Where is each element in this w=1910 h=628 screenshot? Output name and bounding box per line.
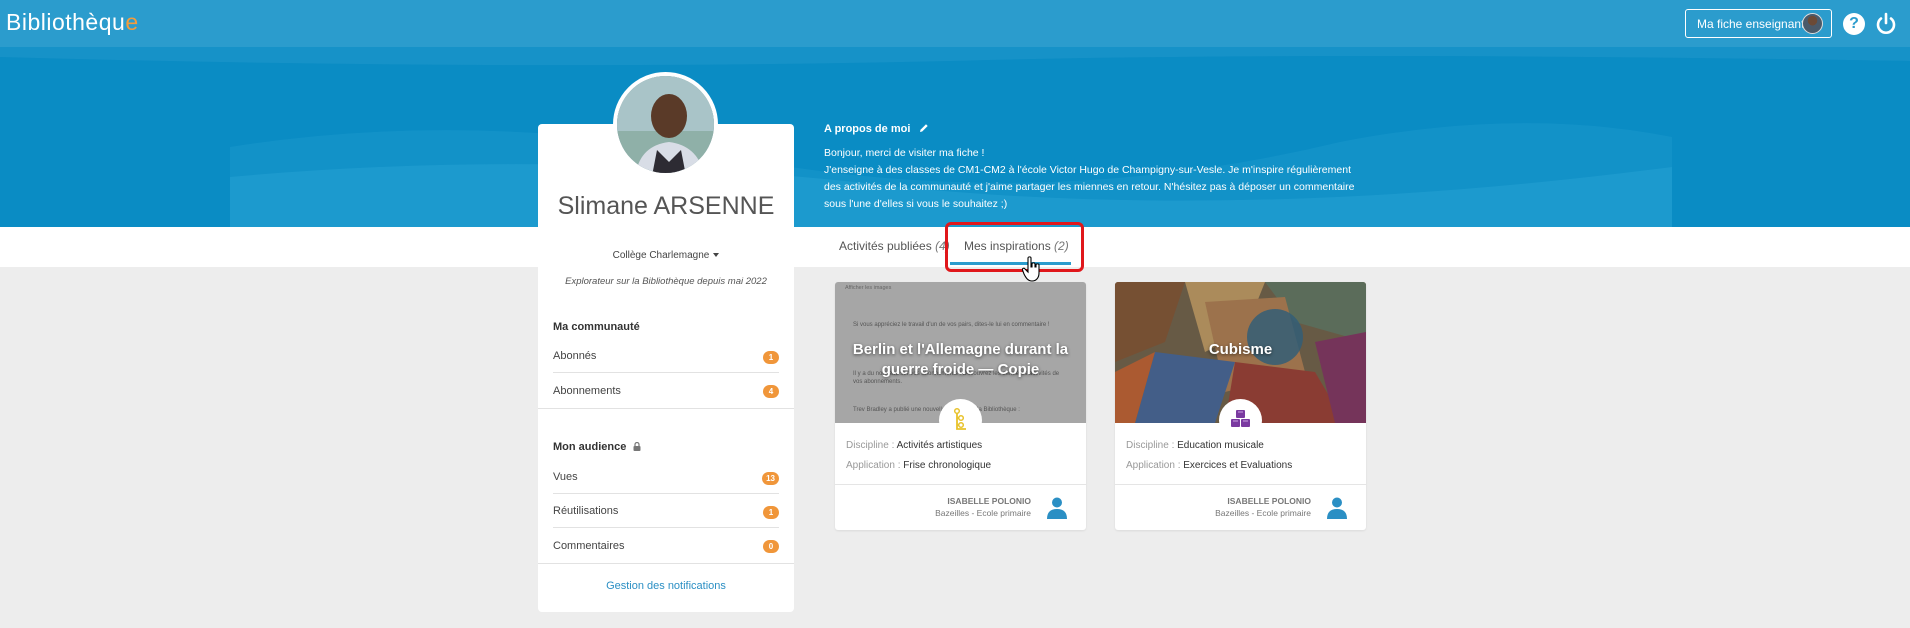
card-title: Cubisme [1208, 341, 1273, 358]
thumbnail-text: Si vous appréciez le travail d'un de vos… [853, 322, 1050, 328]
teacher-profile-button[interactable]: Ma fiche enseignant [1685, 9, 1832, 38]
divider [1115, 484, 1366, 485]
chevron-down-icon [713, 253, 720, 258]
community-title: Ma communauté [553, 321, 640, 333]
list-item-subscriptions[interactable]: Abonnements 4 [553, 374, 779, 407]
about-title: A propos de moi [824, 123, 929, 135]
profile-photo [613, 72, 718, 177]
discipline-badge [939, 399, 982, 442]
member-since: Explorateur sur la Bibliothèque depuis m… [565, 276, 767, 287]
card-organization: Bazeilles - Ecole primaire [935, 508, 1031, 518]
profile-name: Slimane ARSENNE [557, 192, 775, 220]
notifications-settings-link[interactable]: Gestion des notifications [538, 580, 794, 592]
list-item-followers[interactable]: Abonnés 1 [553, 340, 779, 373]
card-discipline: Discipline : Education musicale [1126, 440, 1264, 451]
app-logo[interactable]: Bibliothèque [6, 9, 139, 36]
divider [538, 563, 794, 564]
avatar [1802, 13, 1823, 34]
card-title: Berlin et l'Allemagne durant la guerre f… [852, 341, 1069, 378]
list-item-reuses[interactable]: Réutilisations 1 [553, 495, 779, 528]
lock-icon [633, 442, 641, 451]
tab-published-activities[interactable]: Activités publiées (4) [839, 239, 950, 253]
count-badge: 1 [763, 351, 779, 364]
count-badge: 0 [763, 540, 779, 553]
user-icon[interactable] [1045, 495, 1069, 519]
school-selector[interactable]: Collège Charlemagne [538, 250, 794, 261]
divider [538, 408, 794, 409]
list-item-views[interactable]: Vues 13 [553, 461, 779, 494]
thumbnail-text: Afficher les images [845, 285, 892, 291]
timeline-icon [953, 407, 966, 430]
divider [835, 484, 1086, 485]
card-application: Application : Exercices et Evaluations [1126, 460, 1293, 471]
discipline-badge [1219, 399, 1262, 442]
card-author[interactable]: ISABELLE POLONIO [1227, 496, 1311, 506]
tab-highlight-box [945, 222, 1084, 272]
user-icon[interactable] [1325, 495, 1349, 519]
card-application: Application : Frise chronologique [846, 460, 992, 471]
hand-cursor-icon [1022, 256, 1040, 282]
about-text: Bonjour, merci de visiter ma fiche ! J'e… [824, 147, 1355, 210]
power-icon[interactable] [1874, 12, 1898, 36]
pencil-icon[interactable] [919, 123, 929, 133]
question-circle-icon[interactable]: ? [1843, 13, 1865, 35]
card-author[interactable]: ISABELLE POLONIO [947, 496, 1031, 506]
teacher-profile-label: Ma fiche enseignant [1697, 16, 1805, 31]
activity-card[interactable]: Afficher les images Si vous appréciez le… [835, 282, 1086, 530]
count-badge: 13 [762, 472, 779, 485]
list-item-comments[interactable]: Commentaires 0 [553, 529, 779, 562]
cubes-icon [1231, 410, 1250, 427]
activity-card[interactable]: Cubisme Discipline : Education musicale … [1115, 282, 1366, 530]
audience-title: Mon audience [553, 441, 641, 453]
top-bar [0, 0, 1910, 47]
count-badge: 1 [763, 506, 779, 519]
count-badge: 4 [763, 385, 779, 398]
card-organization: Bazeilles - Ecole primaire [1215, 508, 1311, 518]
card-discipline: Discipline : Activités artistiques [846, 440, 983, 451]
